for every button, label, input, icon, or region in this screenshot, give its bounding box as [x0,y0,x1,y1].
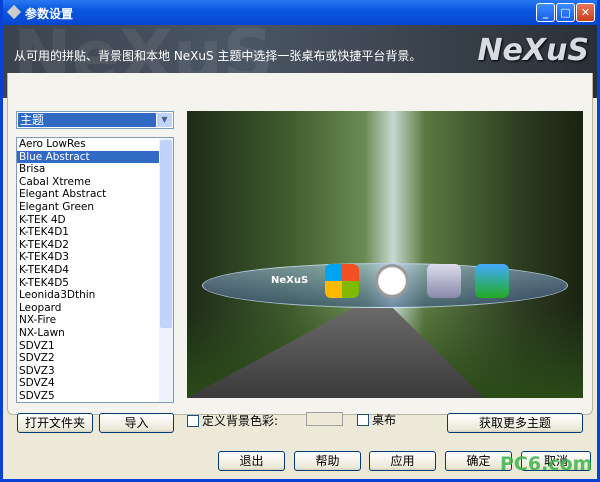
clock-icon [375,264,409,298]
help-button[interactable]: 帮助 [294,451,361,471]
window-title: 参数设置 [25,7,74,21]
list-item[interactable]: K-TEK4D2 [17,239,159,252]
list-item[interactable]: NX-Lawn [17,327,159,340]
wallpaper-checkbox[interactable]: 桌布 [357,411,396,428]
list-item[interactable]: SDVZ3 [17,365,159,378]
list-item[interactable]: SDVZ4 [17,377,159,390]
open-folder-button[interactable]: 打开文件夹 [17,413,93,433]
list-item[interactable]: SDVZ1 [17,340,159,353]
nexus-dock-icon: NeXuS [271,275,309,286]
scrollbar-thumb[interactable] [160,140,172,328]
list-item[interactable]: K-TEK4D3 [17,251,159,264]
theme-preview: NeXuS [187,111,583,398]
list-item[interactable]: K-TEK4D5 [17,277,159,290]
theme-list[interactable]: Aero LowRes Blue Abstract Brisa Cabal Xtrem… [16,137,174,403]
exit-button[interactable]: 退出 [218,451,285,471]
list-item[interactable]: K-TEK 4D [17,214,159,227]
apply-button[interactable]: 应用 [369,451,436,471]
recycle-bin-icon [427,264,461,298]
checkbox-label: 定义背景色彩: [202,414,279,428]
dropdown-value: 主题 [18,113,156,127]
windows-icon [325,264,359,298]
nexus-logo: NeXuS [477,33,589,68]
banner-description: 从可用的拼贴、背景图和本地 NeXuS 主题中选择一张桌布或快捷平台背景。 [14,49,422,63]
list-item[interactable]: SDVZ2 [17,352,159,365]
list-item[interactable]: Blue Abstract [17,150,159,164]
list-item[interactable]: SDVZ5 [17,390,159,402]
list-item[interactable]: Cabal Xtreme [17,176,159,189]
pc6-watermark: PC6.com [500,453,593,475]
checkbox-box[interactable] [357,413,369,426]
list-item[interactable]: Aero LowRes [17,138,159,151]
chevron-down-icon[interactable]: ▼ [157,113,172,127]
close-button[interactable]: ✕ [576,3,595,22]
minimize-button[interactable]: _ [536,3,555,22]
list-scrollbar[interactable] [159,138,173,402]
import-button[interactable]: 导入 [99,413,174,433]
maximize-button[interactable]: □ [556,3,575,22]
list-item[interactable]: Elegant Green [17,201,159,214]
bg-color-swatch[interactable] [306,412,343,426]
category-dropdown[interactable]: 主题 ▼ [16,111,174,129]
get-more-themes-button[interactable]: 获取更多主题 [447,413,583,433]
define-bg-color-checkbox[interactable]: 定义背景色彩: [187,412,278,429]
camera-icon [475,264,509,298]
app-icon [6,4,22,20]
list-item[interactable]: Elegant Abstract [17,188,159,201]
title-bar[interactable]: 参数设置 _ □ ✕ [3,0,597,25]
list-item[interactable]: NX-Fire [17,314,159,327]
list-item[interactable]: K-TEK4D4 [17,264,159,277]
list-item[interactable]: Brisa [17,163,159,176]
list-item[interactable]: K-TEK4D1 [17,226,159,239]
checkbox-box[interactable] [187,414,199,427]
checkbox-label: 桌布 [372,413,397,427]
list-item[interactable]: Leopard [17,302,159,315]
list-item[interactable]: Leonida3Dthin [17,289,159,302]
